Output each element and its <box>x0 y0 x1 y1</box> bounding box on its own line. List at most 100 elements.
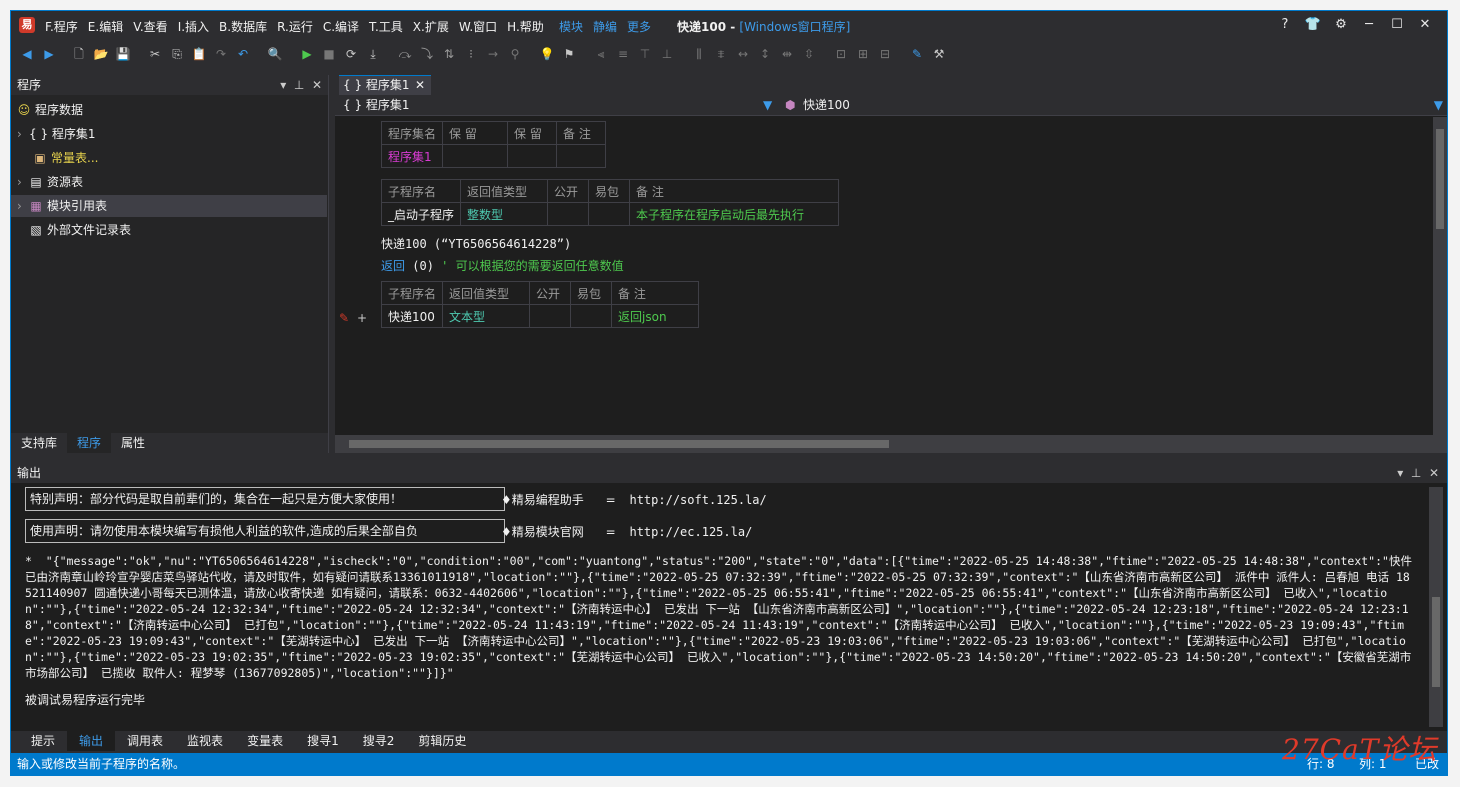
module-url[interactable]: http://ec.125.la/ <box>629 525 752 539</box>
panel-controls[interactable]: ▾ ⊥ ✕ <box>280 75 322 95</box>
tab-clip-history[interactable]: 剪辑历史 <box>406 731 478 751</box>
center-v-icon[interactable]: ⊞ <box>855 46 871 62</box>
tree-resources[interactable]: › ▤ 资源表 <box>17 171 83 193</box>
tab-watch[interactable]: 监视表 <box>175 731 235 751</box>
assembly-dropdown-icon[interactable]: ▼ <box>763 97 772 113</box>
tree-program-data[interactable]: ☺ 程序数据 <box>17 99 83 121</box>
panel-controls[interactable]: ▾ ⊥ ✕ <box>1397 463 1439 483</box>
open-folder-icon[interactable]: 📂 <box>93 46 109 62</box>
tree-assembly[interactable]: ›{ } 程序集1 <box>17 123 96 145</box>
same-height-icon[interactable]: ↕ <box>757 46 773 62</box>
help-icon[interactable]: ? <box>1271 17 1299 32</box>
align-center-icon[interactable]: ≡ <box>615 46 631 62</box>
editor-horizontal-scrollbar[interactable] <box>335 435 1447 453</box>
undo-icon[interactable]: ↶ <box>235 46 251 62</box>
link-icon[interactable]: ⚲ <box>507 46 523 62</box>
menu-extend[interactable]: X.扩展 <box>413 18 449 35</box>
subroutine-dropdown-icon[interactable]: ▼ <box>1434 97 1443 113</box>
menu-module[interactable]: 模块 <box>559 18 583 35</box>
tab-call-stack[interactable]: 调用表 <box>115 731 175 751</box>
output-vertical-scrollbar[interactable] <box>1429 487 1443 727</box>
space-h-icon[interactable]: ⇹ <box>779 46 795 62</box>
chevron-right-icon[interactable]: › <box>17 171 29 193</box>
menu-help[interactable]: H.帮助 <box>507 18 544 35</box>
align-top-icon[interactable]: ⊤ <box>637 46 653 62</box>
code-line-call[interactable]: 快递100 (“YT6506564614228”) <box>381 235 571 252</box>
space-v-icon[interactable]: ⇳ <box>801 46 817 62</box>
menu-tools[interactable]: T.工具 <box>369 18 403 35</box>
new-file-icon[interactable]: 🗋 <box>71 46 87 62</box>
chevron-right-icon[interactable]: › <box>17 123 29 145</box>
scroll-thumb[interactable] <box>1436 129 1444 229</box>
tree-constants[interactable]: ▣ 常量表... <box>33 147 98 169</box>
goto-icon[interactable]: → <box>485 46 501 62</box>
copy-icon[interactable]: ⎘ <box>169 46 185 62</box>
tab-hint[interactable]: 提示 <box>19 731 67 751</box>
cut-icon[interactable]: ✂ <box>147 46 163 62</box>
close-tab-icon[interactable]: ✕ <box>415 76 425 95</box>
minimize-icon[interactable]: ─ <box>1355 17 1383 32</box>
chevron-right-icon[interactable]: › <box>17 195 29 217</box>
menu-view[interactable]: V.查看 <box>133 18 167 35</box>
breakpoint-icon[interactable]: ⁝ <box>463 46 479 62</box>
center-icon[interactable]: ⊡ <box>833 46 849 62</box>
step-out-icon[interactable]: ⇅ <box>441 46 457 62</box>
run-icon[interactable]: ▶ <box>299 46 315 62</box>
theme-icon[interactable]: 👕 <box>1299 17 1327 32</box>
tab-search2[interactable]: 搜寻2 <box>351 731 407 751</box>
pencil-icon[interactable]: ✎ <box>909 46 925 62</box>
align-left-icon[interactable]: ⫷ <box>593 46 609 62</box>
tab-search1[interactable]: 搜寻1 <box>295 731 351 751</box>
restart-icon[interactable]: ⟳ <box>343 46 359 62</box>
back-icon[interactable]: ◀ <box>19 46 35 62</box>
menu-edit[interactable]: E.编辑 <box>88 18 123 35</box>
menu-program[interactable]: F.程序 <box>45 18 78 35</box>
subroutine-selector[interactable]: 快递100 <box>803 97 850 113</box>
menu-insert[interactable]: I.插入 <box>178 18 209 35</box>
tools-icon[interactable]: ⚒ <box>931 46 947 62</box>
paste-icon[interactable]: 📋 <box>191 46 207 62</box>
assembly-name-cell[interactable]: 程序集1 <box>380 144 444 168</box>
menu-static-compile[interactable]: 静编 <box>593 18 617 35</box>
code-content[interactable]: + 程序集名 保 留 保 留 备 注 程序集1 子程序名 返回值类型 公开 易包… <box>357 117 1433 435</box>
tree-module-refs[interactable]: › ▦ 模块引用表 <box>11 195 327 217</box>
tab-support-library[interactable]: 支持库 <box>11 433 67 453</box>
compile-icon[interactable]: ⤓ <box>365 46 381 62</box>
forward-icon[interactable]: ▶ <box>41 46 57 62</box>
tab-output[interactable]: 输出 <box>67 731 116 751</box>
menu-database[interactable]: B.数据库 <box>219 18 267 35</box>
distribute-v-icon[interactable]: ⩨ <box>713 46 729 62</box>
tab-program[interactable]: 程序 <box>67 433 112 453</box>
expand-plus-icon[interactable]: + <box>357 311 367 325</box>
save-icon[interactable]: 💾 <box>115 46 131 62</box>
menu-run[interactable]: R.运行 <box>277 18 313 35</box>
editor-vertical-scrollbar[interactable] <box>1433 117 1447 435</box>
maximize-icon[interactable]: ☐ <box>1383 17 1411 32</box>
assembly-selector[interactable]: { } 程序集1 <box>343 97 410 113</box>
menu-compile[interactable]: C.编译 <box>323 18 359 35</box>
subroutine-name-cell[interactable]: 快递100 <box>380 304 444 328</box>
bulb-icon[interactable]: 💡 <box>539 46 555 62</box>
tab-variables[interactable]: 变量表 <box>235 731 295 751</box>
menu-window[interactable]: W.窗口 <box>459 18 497 35</box>
code-line-return[interactable]: 返回 (0) ' 可以根据您的需要返回任意数值 <box>381 257 624 274</box>
step-over-icon[interactable]: ⤼ <box>397 46 413 62</box>
distribute-h-icon[interactable]: ⫼ <box>691 46 707 62</box>
stop-icon[interactable]: ■ <box>321 46 337 62</box>
redo-icon[interactable]: ↷ <box>213 46 229 62</box>
scroll-thumb[interactable] <box>349 440 889 448</box>
tree-external-files[interactable]: ▧ 外部文件记录表 <box>29 219 131 241</box>
step-into-icon[interactable]: ⤵ <box>419 46 435 62</box>
tab-properties[interactable]: 属性 <box>111 433 155 453</box>
settings-gear-icon[interactable]: ⚙ <box>1327 17 1355 32</box>
close-icon[interactable]: ✕ <box>1411 17 1439 32</box>
tab-assembly1[interactable]: { } 程序集1 ✕ <box>339 75 431 95</box>
helper-url[interactable]: http://soft.125.la/ <box>629 493 766 507</box>
grid-icon[interactable]: ⊟ <box>877 46 893 62</box>
same-width-icon[interactable]: ↔ <box>735 46 751 62</box>
scroll-thumb[interactable] <box>1432 597 1440 687</box>
flag-icon[interactable]: ⚑ <box>561 46 577 62</box>
menu-more[interactable]: 更多 <box>627 18 651 35</box>
subroutine-name-cell[interactable]: _启动子程序 <box>380 202 462 226</box>
find-icon[interactable]: 🔍 <box>267 46 283 62</box>
